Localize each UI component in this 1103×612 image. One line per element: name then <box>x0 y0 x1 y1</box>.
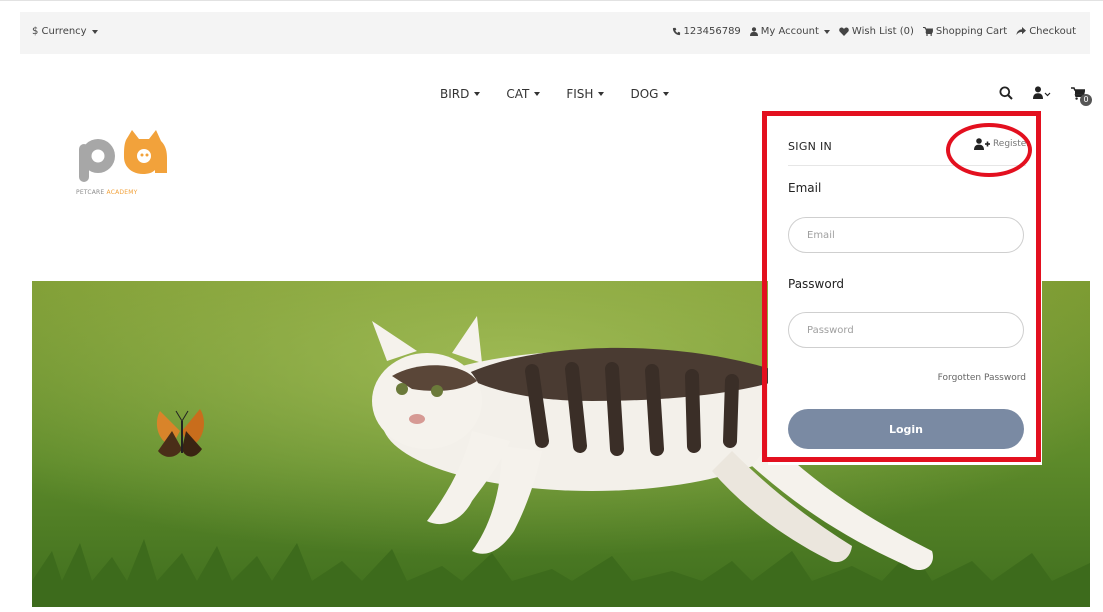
my-account-link[interactable]: My Account <box>749 26 830 37</box>
chevron-down-icon <box>823 29 830 34</box>
logo-mark <box>79 130 167 182</box>
top-bar: $ Currency 123456789 My Account Wish Lis… <box>20 12 1090 54</box>
add-user-icon <box>973 138 990 150</box>
site-logo[interactable]: PETCARE ACADEMY <box>76 128 176 200</box>
logo-text-accent: ACADEMY <box>106 189 138 196</box>
wish-list-label: Wish List (0) <box>851 26 914 37</box>
chevron-down-icon <box>474 92 481 96</box>
nav-item-dog[interactable]: DOG <box>630 87 670 101</box>
currency-dropdown[interactable]: $ Currency <box>32 26 98 37</box>
checkout-label: Checkout <box>1029 26 1076 37</box>
login-button[interactable]: Login <box>788 409 1024 449</box>
page: $ Currency 123456789 My Account Wish Lis… <box>0 0 1103 612</box>
phone-number: 123456789 <box>683 26 741 37</box>
search-icon[interactable] <box>999 86 1013 100</box>
forgotten-password-link[interactable]: Forgotten Password <box>938 373 1026 383</box>
wish-list-link[interactable]: Wish List (0) <box>839 26 914 37</box>
email-field[interactable] <box>788 217 1024 253</box>
share-arrow-icon <box>1016 27 1027 36</box>
chevron-down-icon <box>598 92 605 96</box>
user-icon <box>749 27 758 36</box>
nav-item-label: DOG <box>630 87 659 101</box>
phone-icon <box>672 27 681 36</box>
cart-icon <box>922 27 933 36</box>
signin-header: SIGN IN Register <box>788 135 1030 166</box>
password-field[interactable] <box>788 312 1024 348</box>
chevron-down-icon <box>91 29 98 34</box>
chevron-down-icon <box>663 92 670 96</box>
signin-dropdown: SIGN IN Register Email Password Forgotte… <box>768 115 1042 465</box>
heart-icon <box>839 27 849 36</box>
top-edge <box>0 0 1103 11</box>
shopping-cart-label: Shopping Cart <box>935 26 1008 37</box>
checkout-link[interactable]: Checkout <box>1016 26 1076 37</box>
chevron-down-icon <box>534 92 541 96</box>
main-nav: BIRD CAT FISH DOG <box>440 87 670 101</box>
currency-label: $ Currency <box>32 26 87 37</box>
nav-item-label: FISH <box>566 87 594 101</box>
nav-item-label: BIRD <box>440 87 470 101</box>
nav-item-label: CAT <box>506 87 530 101</box>
nav-item-cat[interactable]: CAT <box>506 87 541 101</box>
email-label: Email <box>788 181 822 195</box>
cart-count-badge: 0 <box>1080 93 1092 106</box>
register-label: Register <box>992 139 1030 149</box>
signin-title: SIGN IN <box>788 140 833 153</box>
my-account-label: My Account <box>760 26 819 37</box>
user-icon[interactable] <box>1033 86 1051 100</box>
nav-item-bird[interactable]: BIRD <box>440 87 481 101</box>
register-link[interactable]: Register <box>973 138 1030 150</box>
nav-item-fish[interactable]: FISH <box>566 87 605 101</box>
phone-link[interactable]: 123456789 <box>672 26 741 37</box>
logo-text: PETCARE ACADEMY <box>76 189 137 196</box>
logo-text-primary: PETCARE <box>76 189 105 196</box>
password-label: Password <box>788 277 845 291</box>
cart-icon[interactable]: 0 <box>1071 86 1092 106</box>
header-icons: 0 <box>999 86 1092 106</box>
shopping-cart-link[interactable]: Shopping Cart <box>922 26 1008 37</box>
top-links: 123456789 My Account Wish List (0) Shopp… <box>672 26 1076 37</box>
